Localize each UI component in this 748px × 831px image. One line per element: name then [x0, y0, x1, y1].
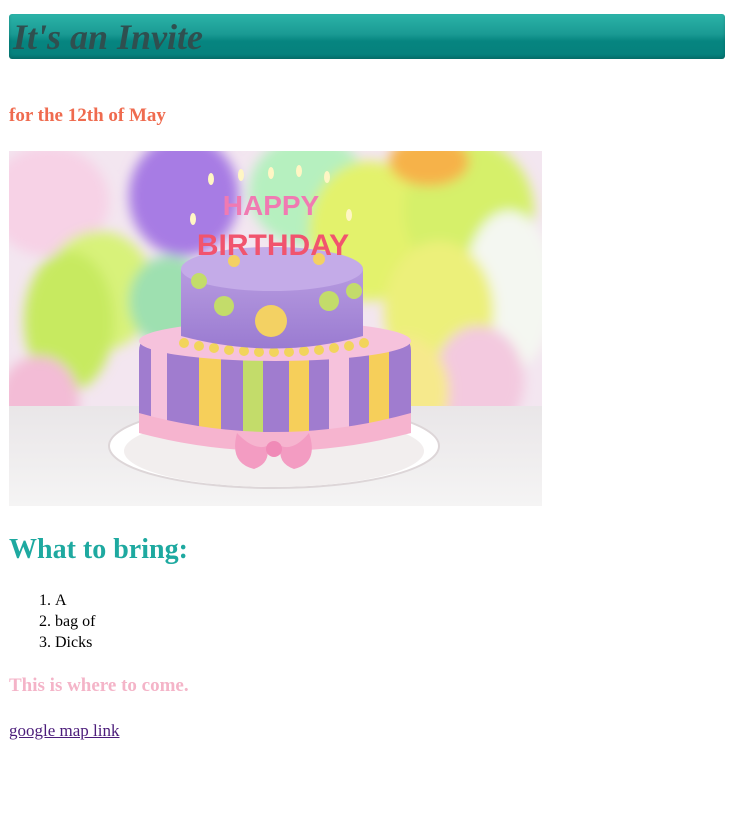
title-banner: It's an Invite — [9, 14, 725, 59]
event-date: for the 12th of May — [9, 105, 166, 126]
what-to-bring-heading: What to bring: — [9, 534, 188, 565]
google-map-link[interactable]: google map link — [9, 721, 119, 741]
bring-list: A bag of Dicks — [9, 590, 95, 653]
list-item: A — [55, 590, 95, 611]
birthday-cake-image: HAPPY BIRTHDAY — [9, 151, 542, 506]
location-heading: This is where to come. — [9, 675, 189, 696]
page: It's an Invite for the 12th of May HAPPY… — [0, 0, 748, 831]
cake-text-birthday: BIRTHDAY — [197, 229, 349, 262]
list-item: Dicks — [55, 632, 95, 653]
list-item: bag of — [55, 611, 95, 632]
page-title: It's an Invite — [13, 17, 204, 57]
cake-text-happy: HAPPY — [223, 190, 320, 221]
